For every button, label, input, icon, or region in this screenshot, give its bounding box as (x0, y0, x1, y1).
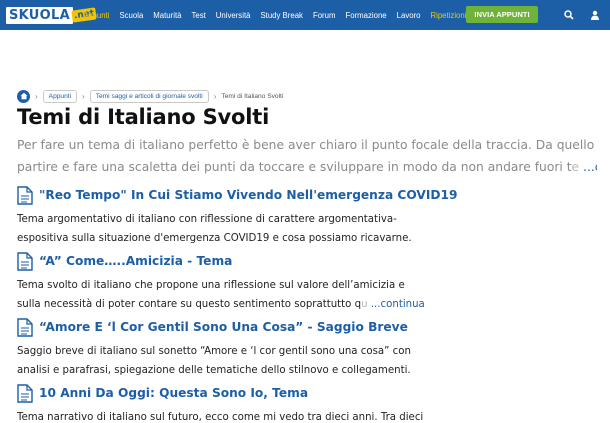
nav-item-test[interactable]: Test (186, 11, 210, 20)
document-icon (17, 317, 33, 337)
article-desc-line: analisi e parafrasi, spiegazione delle t… (17, 365, 411, 376)
article-continua-link[interactable]: ...continua (370, 299, 425, 310)
article-desc-line: espositiva sulla situazione d'emergenza … (17, 233, 412, 244)
nav-item-universita[interactable]: Università (211, 11, 256, 20)
nav-item-lavoro[interactable]: Lavoro (392, 11, 426, 20)
chevron-right-icon: › (82, 91, 85, 101)
search-icon[interactable] (562, 8, 576, 22)
page-title: Temi di Italiano Svolti (17, 105, 270, 129)
home-icon[interactable] (17, 89, 30, 103)
intro-line-1: Per fare un tema di italiano perfetto è … (17, 138, 597, 152)
article-title-link[interactable]: “A” Come…..Amicizia - Tema (39, 254, 232, 268)
list-item: “A” Come…..Amicizia - Tema Tema svolto d… (17, 251, 597, 314)
nav-item-formazione[interactable]: Formazione (340, 11, 391, 20)
chevron-right-icon: › (213, 91, 217, 101)
nav-item-forum[interactable]: Forum (308, 11, 341, 20)
document-icon (17, 383, 33, 403)
article-desc-line: sulla necessità di poter contare su ques… (17, 299, 425, 310)
breadcrumb-appunti[interactable]: Appunti (42, 89, 78, 103)
article-title-link[interactable]: "Reo Tempo" In Cui Stiamo Vivendo Nell'e… (39, 188, 457, 202)
article-desc-line: Saggio breve di italiano sul sonetto “Am… (17, 346, 411, 357)
nav-item-ripetizioni[interactable]: Ripetizioni (425, 11, 471, 20)
article-desc-line: Tema narrativo di italiano sul futuro, e… (17, 412, 424, 423)
breadcrumb-temi-saggi[interactable]: Temi saggi e articoli di giornale svolti (89, 89, 209, 103)
intro-continua-link[interactable]: ...continua (583, 160, 597, 174)
nav-item-maturita[interactable]: Maturità (148, 11, 186, 20)
article-desc-line: Tema argomentativo di italiano con rifle… (17, 214, 397, 225)
document-icon (17, 251, 33, 271)
nav-item-scuola[interactable]: Scuola (114, 11, 148, 20)
nav-item-study-break[interactable]: Study Break (255, 11, 307, 20)
intro-line-2: partire e fare una scaletta dei punti da… (17, 156, 597, 178)
list-item: 10 Anni Da Oggi: Questa Sono Io, Tema Te… (17, 383, 597, 423)
article-title-link[interactable]: 10 Anni Da Oggi: Questa Sono Io, Tema (39, 386, 308, 400)
list-item: "Reo Tempo" In Cui Stiamo Vivendo Nell'e… (17, 185, 597, 248)
invia-appunti-button[interactable]: INVIA APPUNTI (466, 6, 538, 23)
intro-text: Per fare un tema di italiano perfetto è … (17, 134, 597, 178)
article-desc-line: Tema svolto di italiano che propone una … (17, 280, 405, 291)
logo-text: SKUOLA (4, 4, 75, 26)
chevron-right-icon: › (35, 91, 38, 101)
main-nav: Appunti Scuola Maturità Test Università … (78, 0, 471, 30)
nav-item-appunti[interactable]: Appunti (78, 11, 114, 20)
document-icon (17, 185, 33, 205)
top-navbar: SKUOLA .net Appunti Scuola Maturità Test… (0, 0, 610, 30)
article-title-link[interactable]: “Amore E ‘l Cor Gentil Sono Una Cosa” - … (39, 320, 408, 334)
breadcrumb: › Appunti › Temi saggi e articoli di gio… (17, 89, 283, 103)
list-item: “Amore E ‘l Cor Gentil Sono Una Cosa” - … (17, 317, 597, 380)
user-icon[interactable] (588, 8, 602, 22)
breadcrumb-current: Temi di Italiano Svolti (221, 92, 284, 100)
